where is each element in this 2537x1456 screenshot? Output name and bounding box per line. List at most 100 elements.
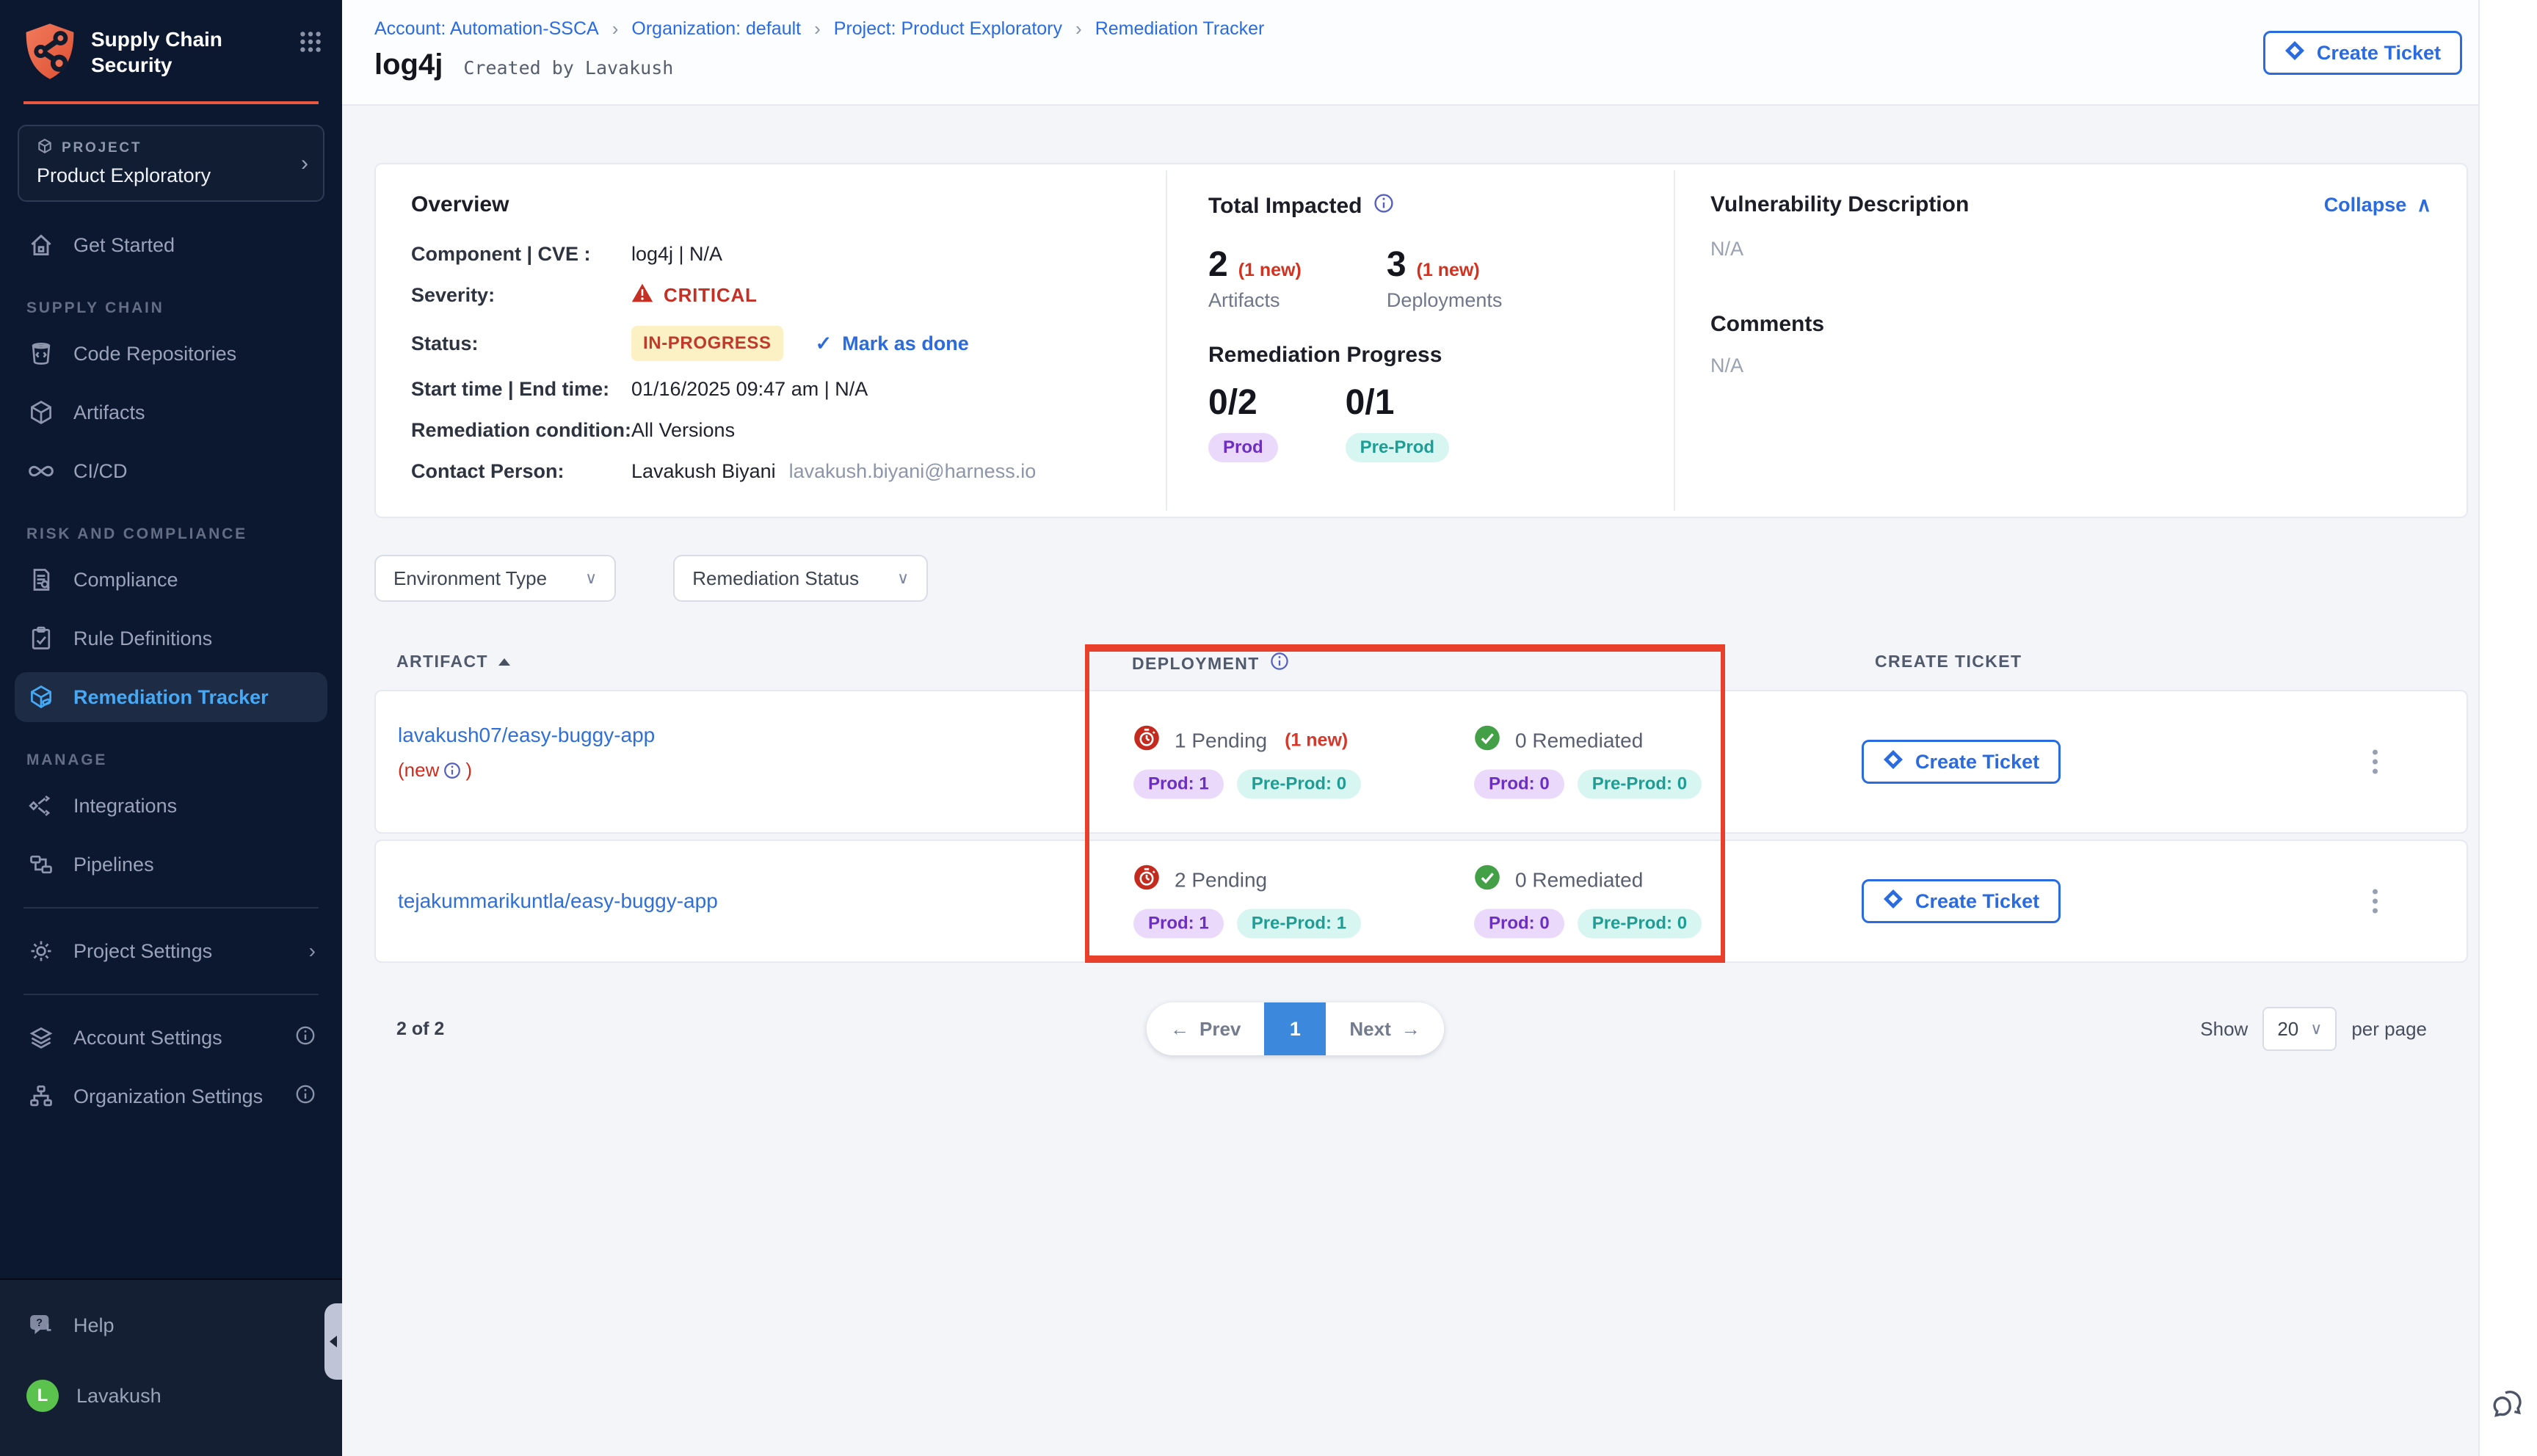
chevron-right-icon: ›: [309, 939, 316, 963]
info-icon[interactable]: [443, 762, 461, 779]
sidebar-item-rule-definitions[interactable]: Rule Definitions: [0, 614, 342, 663]
sidebar-item-code-repositories[interactable]: Code Repositories: [0, 329, 342, 379]
sidebar-item-label: Rule Definitions: [73, 627, 212, 650]
sidebar-item-label: Code Repositories: [73, 343, 236, 365]
prev-page-button[interactable]: ← Prev: [1147, 1002, 1264, 1055]
chevron-up-icon: ∧: [2417, 194, 2431, 216]
next-page-button[interactable]: Next →: [1326, 1002, 1443, 1055]
contact-label: Contact Person:: [411, 460, 631, 483]
create-ticket-button[interactable]: Create Ticket: [1862, 879, 2061, 923]
table-header: ARTIFACT DEPLOYMENT CREATE TICKET: [374, 652, 2468, 681]
contact-email-link[interactable]: lavakush.biyani@harness.io: [789, 460, 1037, 483]
breadcrumb-remediation-tracker-link[interactable]: Remediation Tracker: [1095, 18, 1265, 40]
deployment-cell: 2 Pending Prod: 1 Pre-Prod: 1: [1133, 864, 1702, 939]
pending-count: 2 Pending: [1175, 868, 1267, 892]
row-menu-button[interactable]: [2367, 884, 2384, 920]
box-icon: [26, 399, 56, 426]
prev-label: Prev: [1199, 1018, 1241, 1041]
sidebar-item-pipelines[interactable]: Pipelines: [0, 840, 342, 889]
filters-row: Environment Type ∨ Remediation Status ∨: [374, 555, 928, 602]
preprod-count-badge: Pre-Prod: 1: [1237, 909, 1361, 939]
mark-as-done-label: Mark as done: [842, 332, 969, 355]
severity-value: CRITICAL: [664, 284, 758, 307]
sidebar-bottom: ? Help L Lavakush: [0, 1278, 342, 1456]
org-hierarchy-icon: [26, 1083, 56, 1110]
pending-clock-icon: [1133, 864, 1160, 896]
sidebar-item-project-settings[interactable]: Project Settings ›: [0, 926, 342, 976]
sidebar-item-account-settings[interactable]: Account Settings: [0, 1013, 342, 1063]
sidebar-item-label: Get Started: [73, 234, 175, 257]
sidebar-item-organization-settings[interactable]: Organization Settings: [0, 1071, 342, 1121]
breadcrumb-account-link[interactable]: Account: Automation-SSCA: [374, 18, 599, 40]
integrations-icon: [26, 793, 56, 819]
sidebar-item-remediation-tracker[interactable]: Remediation Tracker: [15, 672, 327, 722]
remediation-box-icon: [26, 684, 56, 710]
sidebar-item-get-started[interactable]: Get Started: [0, 220, 342, 270]
remediated-group: 0 Remediated Prod: 0 Pre-Prod: 0: [1474, 725, 1702, 799]
breadcrumb-project-link[interactable]: Project: Product Exploratory: [834, 18, 1062, 40]
chevron-down-icon: ∨: [585, 569, 597, 588]
create-ticket-label: Create Ticket: [2317, 42, 2441, 65]
sidebar-item-cicd[interactable]: CI/CD: [0, 446, 342, 496]
critical-warning-icon: [631, 283, 653, 308]
sidebar-item-compliance[interactable]: Compliance: [0, 555, 342, 605]
page-size-value: 20: [2277, 1018, 2298, 1041]
sidebar-item-integrations[interactable]: Integrations: [0, 781, 342, 831]
artifact-link[interactable]: lavakush07/easy-buggy-app: [398, 724, 655, 747]
new-flag-open: (new: [398, 759, 439, 782]
artifact-link[interactable]: tejakummarikuntla/easy-buggy-app: [398, 889, 718, 913]
infinity-icon: [26, 457, 56, 485]
sidebar-item-artifacts[interactable]: Artifacts: [0, 387, 342, 437]
page-title: log4j: [374, 48, 443, 81]
prod-count-badge: Prod: 0: [1474, 909, 1564, 939]
preprod-count-badge: Pre-Prod: 0: [1578, 770, 1702, 799]
prod-progress: 0/2 Prod: [1208, 382, 1278, 462]
mark-as-done-button[interactable]: ✓ Mark as done: [816, 332, 969, 355]
collapse-button[interactable]: Collapse ∧: [2324, 194, 2431, 216]
contact-name: Lavakush Biyani: [631, 460, 776, 483]
page-number-button[interactable]: 1: [1264, 1002, 1326, 1055]
breadcrumb-organization-link[interactable]: Organization: default: [631, 18, 801, 40]
info-icon[interactable]: [1373, 192, 1394, 219]
breadcrumb-separator-icon: ›: [814, 18, 821, 40]
prod-count-badge: Prod: 1: [1133, 909, 1224, 939]
sidebar-item-label: CI/CD: [73, 460, 128, 483]
preprod-count-badge: Pre-Prod: 0: [1237, 770, 1361, 799]
chevron-down-icon: ∨: [897, 569, 909, 588]
info-icon[interactable]: [1270, 652, 1289, 675]
section-manage: MANAGE: [0, 731, 342, 781]
pending-count: 1 Pending: [1175, 729, 1267, 752]
info-icon[interactable]: [295, 1084, 316, 1110]
pager: ← Prev 1 Next →: [1147, 1002, 1444, 1055]
create-ticket-button[interactable]: Create Ticket: [1862, 740, 2061, 784]
project-selector[interactable]: PROJECT Product Exploratory ›: [18, 125, 324, 202]
sidebar-item-label: Remediation Tracker: [73, 686, 269, 709]
next-label: Next: [1349, 1018, 1390, 1041]
page-size-select[interactable]: 20 ∨: [2262, 1007, 2337, 1051]
module-grid-icon[interactable]: [300, 31, 322, 59]
row-menu-button[interactable]: [2367, 744, 2384, 780]
info-icon[interactable]: [295, 1025, 316, 1051]
support-chat-icon[interactable]: [2489, 1386, 2527, 1430]
sidebar-divider: [23, 907, 319, 909]
ticket-diamond-icon: [1883, 749, 1903, 775]
sidebar-collapse-handle[interactable]: [324, 1303, 342, 1380]
breadcrumb: Account: Automation-SSCA › Organization:…: [374, 18, 1264, 40]
status-label: Status:: [411, 332, 631, 355]
remediated-check-icon: [1474, 725, 1500, 757]
check-icon: ✓: [816, 332, 832, 355]
time-value: 01/16/2025 09:47 am | N/A: [631, 378, 868, 401]
prod-count-badge: Prod: 0: [1474, 770, 1564, 799]
remediation-status-filter[interactable]: Remediation Status ∨: [673, 555, 928, 602]
sidebar-item-label: Artifacts: [73, 401, 145, 424]
environment-type-filter[interactable]: Environment Type ∨: [374, 555, 616, 602]
per-page-label: per page: [2351, 1018, 2427, 1041]
sidebar-item-help[interactable]: ? Help: [0, 1300, 342, 1350]
create-ticket-button[interactable]: Create Ticket: [2263, 31, 2462, 75]
column-header-artifact[interactable]: ARTIFACT: [396, 652, 510, 671]
sidebar-item-label: Account Settings: [73, 1027, 222, 1049]
sidebar: Supply Chain Security PROJECT Product: [0, 0, 342, 1456]
show-label: Show: [2200, 1018, 2248, 1041]
chevron-down-icon: ∨: [2310, 1019, 2322, 1038]
user-menu[interactable]: L Lavakush: [0, 1371, 342, 1421]
